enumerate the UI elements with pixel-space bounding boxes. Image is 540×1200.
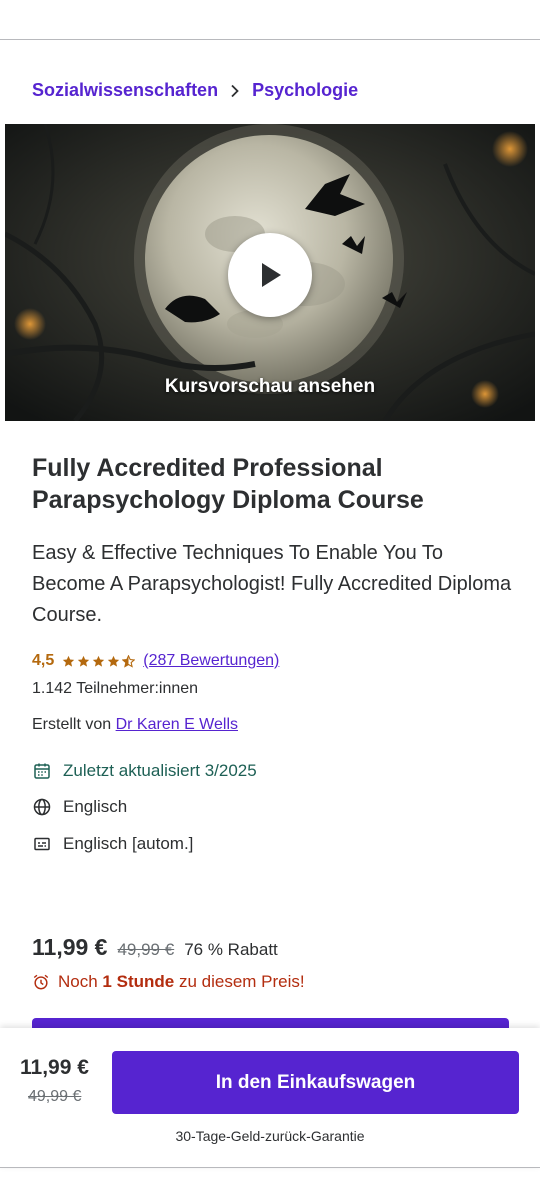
urgency-suffix: zu diesem Preis! [178,972,305,991]
course-language: Englisch [32,797,127,817]
rating-stars [62,654,136,668]
urgency-prefix: Noch [58,972,98,991]
globe-icon [32,797,52,817]
money-back-guarantee: 30-Tage-Geld-zurück-Garantie [175,1128,365,1144]
current-price: 11,99 € [32,934,108,960]
star-icon [108,655,120,667]
breadcrumb: Sozialwissenschaften Psychologie [32,80,358,101]
discount-label: 76 % Rabatt [184,940,278,959]
star-icon [78,655,90,667]
preview-label: Kursvorschau ansehen [164,376,376,397]
add-to-cart-button[interactable]: In den Einkaufswagen [112,1051,519,1114]
sticky-current-price: 11,99 € [20,1056,89,1079]
alarm-clock-icon [32,973,50,991]
rating-value: 4,5 [32,652,55,669]
last-updated: Zuletzt aktualisiert 3/2025 [32,761,257,781]
closed-captions-icon [32,834,52,854]
calendar-icon [32,761,52,781]
original-price: 49,99 € [117,940,175,959]
captions-text: Englisch [autom.] [63,834,194,853]
sticky-purchase-bar: 11,99 € 49,99 € In den Einkaufswagen 30-… [0,1028,540,1168]
course-captions: Englisch [autom.] [32,834,193,854]
top-header-bar [0,0,540,40]
creator-label: Erstellt von [32,716,112,733]
urgency-time: 1 Stunde [102,972,175,991]
course-subtitle: Easy & Effective Techniques To Enable Yo… [32,542,512,626]
breadcrumb-category-link[interactable]: Sozialwissenschaften [32,80,218,101]
breadcrumb-subcategory-link[interactable]: Psychologie [252,80,358,101]
half-star-icon [122,654,136,668]
rating-row: 4,5 (287 Bewertungen) [32,652,279,670]
students-count: 1.142 Teilnehmer:innen [32,680,199,697]
instructor-link[interactable]: Dr Karen E Wells [116,716,238,733]
sticky-original-price: 49,99 € [28,1088,82,1105]
language-text: Englisch [63,797,128,816]
creator-line: Erstellt von Dr Karen E Wells [32,716,238,734]
reviews-link[interactable]: (287 Bewertungen) [143,652,279,670]
last-updated-text: Zuletzt aktualisiert 3/2025 [63,761,257,780]
course-preview[interactable]: Kursvorschau ansehen [5,124,535,421]
star-icon [63,655,75,667]
play-preview-button[interactable] [228,233,312,317]
course-title: Fully Accredited Professional Parapsycho… [32,454,424,514]
star-icon [93,655,105,667]
price-urgency: Noch 1 Stunde zu diesem Preis! [32,972,305,992]
play-icon [262,263,281,287]
price-row: 11,99 € 49,99 € 76 % Rabatt [32,934,278,961]
chevron-right-icon [230,84,240,98]
